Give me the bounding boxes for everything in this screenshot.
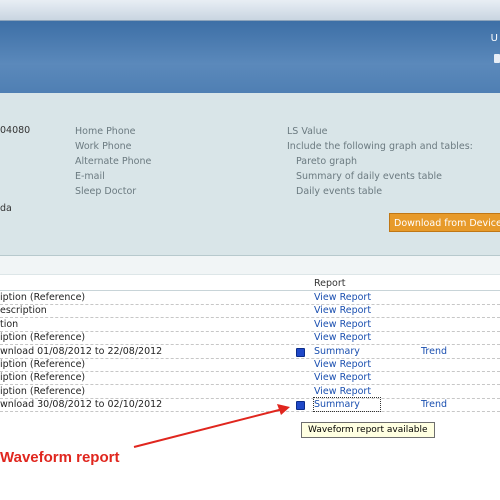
annotation-arrow <box>133 404 290 448</box>
waveform-annotation: Waveform report <box>0 449 120 466</box>
